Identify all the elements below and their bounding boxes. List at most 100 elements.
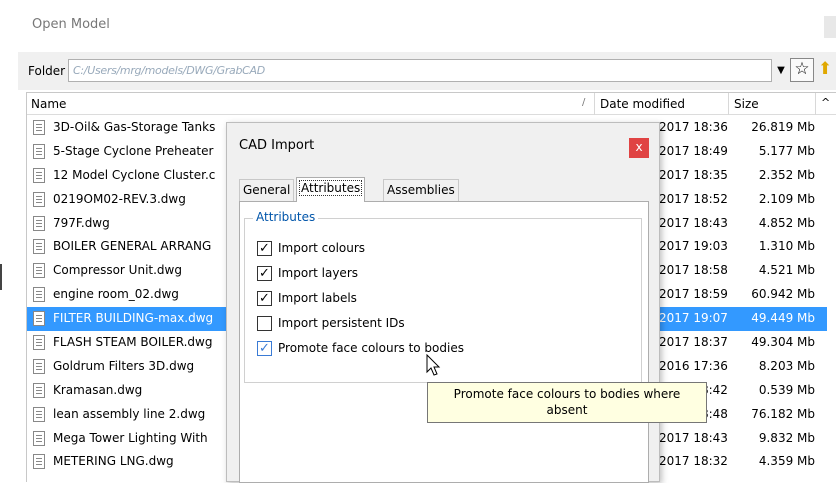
file-name: lean assembly line 2.dwg — [53, 406, 206, 421]
column-separator[interactable] — [728, 93, 729, 115]
file-size: 49.449 Mb — [751, 311, 815, 326]
titlebar-corner — [824, 16, 836, 38]
column-separator[interactable] — [594, 93, 595, 115]
document-icon — [33, 454, 45, 470]
file-name: FILTER BUILDING-max.dwg — [53, 311, 214, 326]
file-size: 76.182 Mb — [751, 406, 815, 421]
file-name: Goldrum Filters 3D.dwg — [53, 358, 195, 373]
file-name: FLASH STEAM BOILER.dwg — [53, 335, 213, 350]
file-list-header: Name / Date modified Size ^ — [27, 93, 836, 115]
tooltip-line: Promote face colours to bodies where — [453, 387, 681, 401]
file-size: 8.203 Mb — [758, 358, 815, 373]
document-icon — [33, 382, 45, 398]
checkbox-label: Import labels — [278, 291, 357, 305]
file-name: Compressor Unit.dwg — [53, 263, 182, 278]
document-icon — [33, 191, 45, 207]
chevron-down-icon[interactable]: ▼ — [774, 61, 788, 80]
checkbox-label: Import colours — [278, 241, 366, 255]
file-size: 4.521 Mb — [758, 263, 815, 278]
file-date: 2017 18:59 — [659, 287, 728, 302]
tab-assemblies[interactable]: Assemblies — [383, 179, 459, 201]
checkbox-label: Promote face colours to bodies — [278, 341, 464, 355]
folder-label: Folder — [28, 64, 66, 78]
file-size: 2.109 Mb — [758, 191, 815, 206]
file-size: 1.310 Mb — [758, 239, 815, 254]
scroll-up-arrow[interactable]: ^ — [821, 96, 830, 109]
document-icon — [33, 167, 45, 183]
file-name: BOILER GENERAL ARRANG — [53, 239, 212, 254]
file-name: 12 Model Cyclone Cluster.c — [53, 167, 216, 182]
file-size: 49.304 Mb — [751, 335, 815, 350]
file-name: Kramasan.dwg — [53, 382, 143, 397]
document-icon — [33, 335, 45, 351]
file-size: 4.852 Mb — [758, 215, 815, 230]
file-date: 2017 19:03 — [659, 239, 728, 254]
attributes-panel: Attributes Import colours Import layers … — [239, 201, 649, 483]
file-date: 2017 18:36 — [659, 120, 728, 134]
checkbox-box[interactable] — [257, 266, 272, 281]
file-date: 2017 18:52 — [659, 191, 728, 206]
file-name: 797F.dwg — [53, 215, 110, 230]
file-date: 2017 18:43 — [659, 430, 728, 445]
tooltip: Promote face colours to bodies where abs… — [427, 382, 707, 423]
file-date: 2017 18:58 — [659, 263, 728, 278]
document-icon — [33, 430, 45, 446]
folder-path-field[interactable]: C:/Users/mrg/models/DWG/GrabCAD — [68, 59, 772, 82]
close-icon[interactable]: x — [629, 138, 649, 158]
column-header-date[interactable]: Date modified — [600, 97, 685, 111]
attributes-group: Attributes Import colours Import layers … — [244, 210, 642, 383]
tab-label: General — [243, 183, 291, 197]
file-date: 2017 18:49 — [659, 143, 728, 158]
checkbox-box[interactable] — [257, 291, 272, 306]
column-header-size[interactable]: Size — [734, 97, 759, 111]
tab-attributes[interactable]: Attributes — [296, 177, 366, 202]
star-icon[interactable]: ☆ — [790, 58, 814, 82]
cad-import-dialog: CAD Import x General Attributes Assembli… — [226, 122, 660, 483]
file-size: 26.819 Mb — [751, 120, 815, 134]
checkbox-box[interactable] — [257, 341, 272, 356]
sort-indicator-icon: / — [582, 97, 586, 108]
file-name: 0219OM02-REV.3.dwg — [53, 191, 186, 206]
tab-label: Assemblies — [387, 183, 455, 197]
file-date: 2017 18:43 — [659, 215, 728, 230]
checkbox-box[interactable] — [257, 241, 272, 256]
column-header-name[interactable]: Name — [31, 97, 66, 111]
file-name: 5-Stage Cyclone Preheater — [53, 143, 214, 158]
column-separator[interactable] — [815, 93, 816, 115]
file-date: 2017 18:37 — [659, 335, 728, 350]
document-icon — [33, 239, 45, 255]
file-name: engine room_02.dwg — [53, 287, 179, 302]
open-model-titlebar: Open Model — [18, 6, 836, 44]
document-icon — [33, 406, 45, 422]
folder-up-icon[interactable]: ⬆ — [818, 58, 836, 82]
file-size: 60.942 Mb — [751, 287, 815, 302]
file-size: 4.359 Mb — [758, 454, 815, 469]
file-date: 2017 18:35 — [659, 167, 728, 182]
window-edge-mark — [0, 264, 2, 290]
file-date: 2017 19:07 — [659, 311, 728, 326]
document-icon — [33, 120, 45, 135]
dialog-title: CAD Import — [239, 138, 315, 153]
file-date: 2016 17:36 — [659, 358, 728, 373]
document-icon — [33, 215, 45, 231]
file-name: METERING LNG.dwg — [53, 454, 174, 469]
document-icon — [33, 143, 45, 159]
checkbox-label: Import layers — [278, 266, 358, 280]
file-size: 2.352 Mb — [758, 167, 815, 182]
group-label: Attributes — [253, 210, 319, 224]
tab-general[interactable]: General — [239, 179, 295, 201]
file-size: 5.177 Mb — [758, 143, 815, 158]
document-icon — [33, 358, 45, 374]
tab-label: Attributes — [298, 180, 363, 196]
window-title: Open Model — [32, 17, 110, 32]
document-icon — [33, 263, 45, 279]
file-date: 2017 18:32 — [659, 454, 728, 469]
file-size: 0.539 Mb — [758, 382, 815, 397]
checkbox-label: Import persistent IDs — [278, 316, 405, 330]
mouse-cursor-icon — [426, 354, 441, 376]
document-icon — [33, 311, 45, 327]
checkbox-box[interactable] — [257, 316, 272, 331]
file-size: 9.832 Mb — [758, 430, 815, 445]
tooltip-line: absent — [546, 403, 588, 417]
document-icon — [33, 287, 45, 303]
